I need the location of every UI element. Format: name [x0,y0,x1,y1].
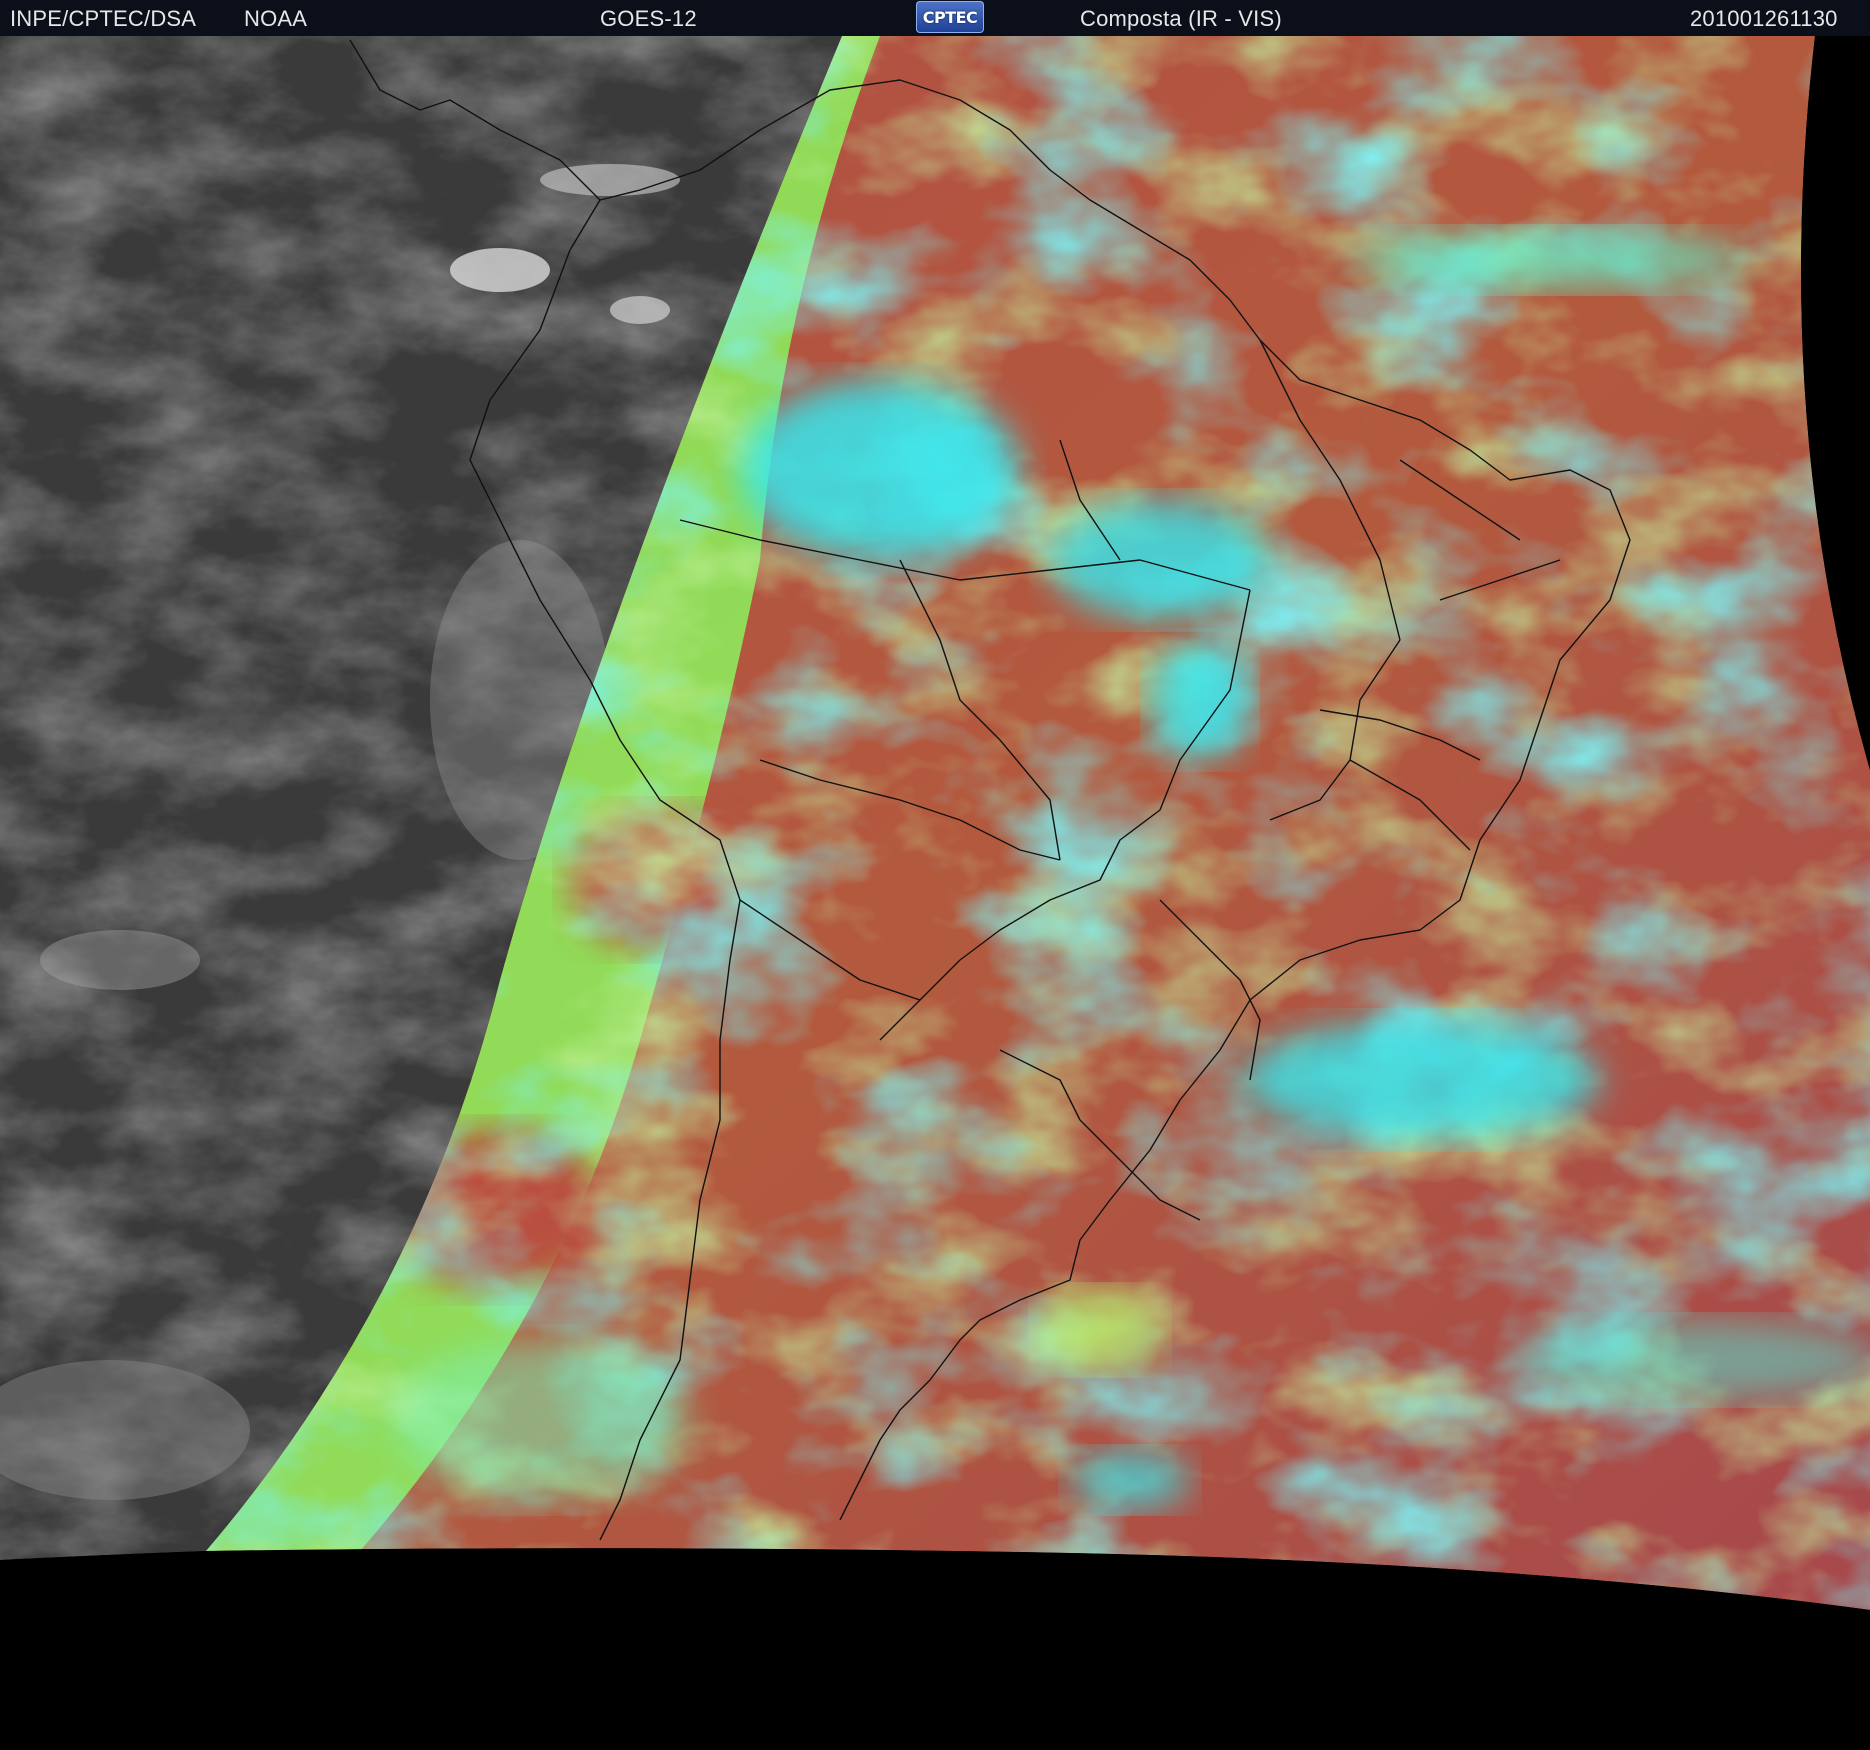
satellite-label: GOES-12 [600,6,697,31]
satellite-composite-svg [0,36,1870,1750]
logo-text: CPTEC [922,7,978,27]
agency-label: INPE/CPTEC/DSA [10,6,197,31]
source-label: NOAA [244,6,308,31]
cptec-logo: CPTEC [916,1,984,33]
product-label: Composta (IR - VIS) [1080,6,1282,31]
header-bar: INPE/CPTEC/DSA NOAA GOES-12 CPTEC Compos… [0,0,1870,36]
satellite-image [0,36,1870,1750]
timestamp-label: 201001261130 [1690,6,1838,31]
